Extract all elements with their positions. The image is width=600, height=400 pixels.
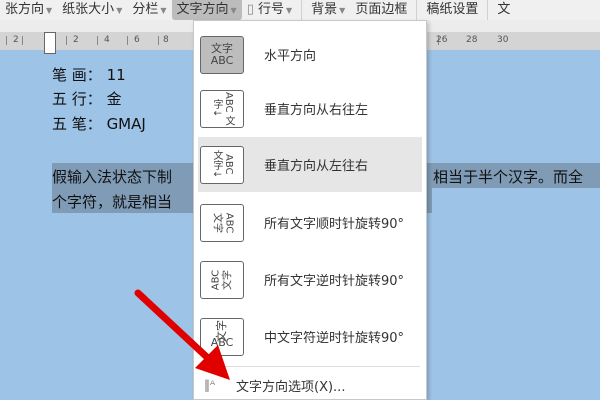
divider	[301, 0, 303, 20]
menu-item-vertical-rtl[interactable]: ABC 文字↓ 垂直方向从右往左	[198, 81, 422, 136]
label: 文字方向	[176, 2, 229, 17]
caret-icon: ▼	[160, 6, 167, 15]
text-direction-button[interactable]: 文字方向 ▼	[171, 0, 242, 20]
label: 所有文字顺时针旋转90°	[264, 217, 405, 232]
doc-line: 笔 画： 11	[52, 66, 126, 84]
tick: 2	[73, 35, 79, 45]
more-button[interactable]: 文	[492, 0, 515, 20]
text-direction-options-icon: ‖ᴬ	[204, 378, 216, 392]
tick: 28	[466, 35, 478, 45]
vertical-ltr-icon: 文字↓ ABC	[200, 145, 244, 184]
label: 中文字符逆时针旋转90°	[264, 331, 405, 346]
paper-size-button[interactable]: 纸张大小 ▼	[57, 0, 127, 20]
line-numbers-icon: ▯	[246, 2, 258, 17]
text-direction-options[interactable]: ‖ᴬ 文字方向选项(X)...	[204, 373, 345, 397]
caret-icon: ▼	[116, 6, 123, 15]
ribbon-toolbar: 张方向 ▼ 纸张大小 ▼ 分栏 ▼ 文字方向 ▼ ▯ 行号 ▼ 背景 ▼ 页面边框 稿纸设置…	[0, 0, 600, 20]
cjk-rotate-icon: 文字 ABC	[200, 317, 244, 356]
columns-button[interactable]: 分栏 ▼	[127, 0, 171, 20]
tick: 4	[104, 35, 110, 45]
divider	[416, 0, 418, 20]
tick: 8	[163, 35, 169, 45]
divider	[487, 0, 489, 20]
text-direction-menu: 文字 ABC 水平方向 ABC 文字↓ 垂直方向从右往左 文字↓ ABC 垂直方向从左往…	[193, 20, 427, 400]
rotate-cw-icon: ABC 文字	[200, 203, 244, 242]
doc-line: 五 行： 金	[52, 90, 122, 108]
label: 垂直方向从右往左	[264, 103, 369, 118]
caret-icon: ▼	[230, 6, 237, 15]
vertical-rtl-icon: ABC 文字↓	[200, 89, 244, 128]
line-numbers-button[interactable]: ▯ 行号 ▼	[242, 0, 297, 20]
background-button[interactable]: 背景 ▼	[306, 0, 350, 20]
label: 水平方向	[264, 49, 317, 64]
tick: 2	[13, 35, 19, 45]
menu-separator	[202, 366, 420, 367]
caret-icon: ▼	[339, 6, 346, 15]
label: 纸张大小	[62, 2, 115, 17]
label: 行号	[257, 2, 284, 17]
tick: 6	[134, 35, 140, 45]
horizontal-text-icon: 文字 ABC	[200, 35, 244, 74]
tick: 30	[497, 35, 509, 45]
label: 张方向	[5, 2, 45, 17]
menu-item-horizontal[interactable]: 文字 ABC 水平方向	[198, 27, 422, 82]
label: 分栏	[132, 2, 159, 17]
tick: 26	[436, 35, 448, 45]
label: 背景	[311, 2, 338, 17]
menu-item-cjk-ccw[interactable]: 文字 ABC 中文字符逆时针旋转90°	[198, 309, 422, 364]
caret-icon: ▼	[46, 6, 53, 15]
orientation-button[interactable]: 张方向 ▼	[0, 0, 57, 20]
menu-item-rotate-ccw[interactable]: ABC 文字 所有文字逆时针旋转90°	[198, 252, 422, 307]
label: 文字方向选项(X)...	[236, 379, 346, 395]
label: 垂直方向从左往右	[264, 159, 369, 174]
manuscript-settings-button[interactable]: 稿纸设置	[421, 0, 483, 20]
rotate-ccw-icon: ABC 文字	[200, 260, 244, 299]
menu-item-vertical-ltr[interactable]: 文字↓ ABC 垂直方向从左往右	[198, 137, 422, 192]
label: 所有文字逆时针旋转90°	[264, 274, 405, 289]
page-border-button[interactable]: 页面边框	[350, 0, 412, 20]
caret-icon: ▼	[286, 6, 293, 15]
menu-item-rotate-cw[interactable]: ABC 文字 所有文字顺时针旋转90°	[198, 195, 422, 250]
doc-line: 五 笔： GMAJ	[52, 115, 146, 133]
